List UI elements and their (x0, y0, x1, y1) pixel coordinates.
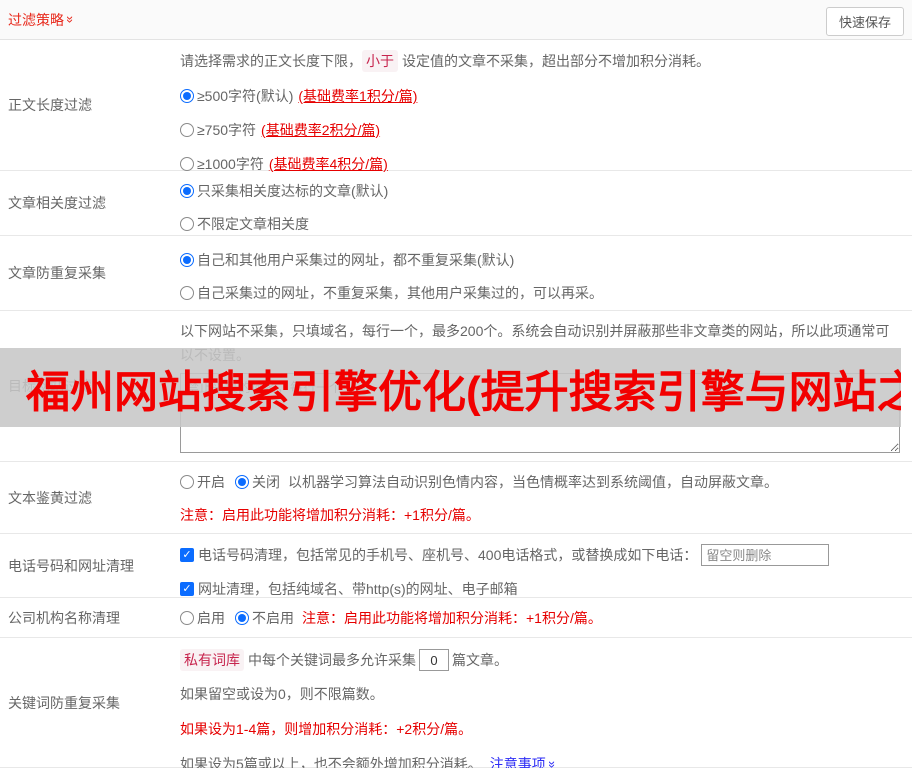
row-porn-filter: 文本鉴黄过滤 开启 关闭 以机器学习算法自动识别色情内容，当色情概率达到系统阈值… (0, 462, 912, 534)
keyword-line2: 如果留空或设为0，则不限篇数。 (180, 686, 384, 702)
less-than-highlight: 小于 (362, 50, 398, 72)
chevron-down-icon[interactable]: » (545, 760, 560, 767)
keyword-line3: 如果设为1-4篇，则增加积分消耗：+2积分/篇。 (180, 721, 473, 737)
radio-icon[interactable] (180, 184, 194, 198)
dedup-option-own[interactable]: 自己采集过的网址，不重复采集，其他用户采集过的，可以再采。 (180, 283, 912, 303)
checkbox-checked-icon[interactable]: ✓ (180, 548, 194, 562)
row-label: 文章相关度过滤 (8, 195, 106, 211)
row-keyword-dedup: 关键词防重复采集 私有词库 中每个关键词最多允许采集 篇文章。 如果留空或设为0… (0, 638, 912, 768)
radio-icon[interactable] (180, 89, 194, 103)
keyword-line1-end: 篇文章。 (452, 652, 508, 668)
option-label: 自己和其他用户采集过的网址，都不重复采集(默认) (197, 252, 515, 268)
keyword-line4-text: 如果设为5篇或以上，也不会额外增加积分消耗。 (180, 756, 482, 768)
option-label: 不限定文章相关度 (197, 216, 309, 232)
blocked-sites-textarea[interactable] (180, 373, 900, 453)
notice-link[interactable]: 注意事项 (490, 754, 546, 768)
relevance-option-any[interactable]: 不限定文章相关度 (180, 214, 912, 234)
row-label: 文章防重复采集 (8, 265, 106, 281)
radio-icon[interactable] (235, 475, 249, 489)
row-phone-url-clean: 电话号码和网址清理 ✓ 电话号码清理，包括常见的手机号、座机号、400电话格式，… (0, 534, 912, 598)
row-label: 文本鉴黄过滤 (8, 489, 92, 506)
keyword-line1-text: 中每个关键词最多允许采集 (248, 652, 416, 668)
fee-note: (基础费率1积分/篇) (298, 88, 418, 104)
radio-icon[interactable] (235, 610, 249, 625)
topbar: 过滤策略 » 快速保存 (0, 0, 912, 40)
url-clean-label: 网址清理，包括纯域名、带http(s)的网址、电子邮箱 (198, 581, 518, 597)
chevron-down-icon[interactable]: » (63, 16, 78, 23)
quick-save-button[interactable]: 快速保存 (825, 7, 904, 36)
sites-intro: 以下网站不采集，只填域名，每行一个，最多200个。系统会自动识别并屏蔽那些非文章… (180, 323, 890, 363)
row-relevance-filter: 文章相关度过滤 只采集相关度达标的文章(默认) 不限定文章相关度 (0, 171, 912, 236)
row-label: 正文长度过滤 (8, 97, 92, 113)
radio-icon[interactable] (180, 157, 194, 171)
row-label: 电话号码和网址清理 (8, 557, 134, 574)
option-label: ≥500字符(默认) (197, 88, 294, 104)
private-lexicon-link[interactable]: 私有词库 (180, 649, 244, 671)
option-label: 自己采集过的网址，不重复采集，其他用户采集过的，可以再采。 (197, 285, 603, 301)
keyword-line4-wrap: 如果设为5篇或以上，也不会额外增加积分消耗。 注意事项 » (180, 754, 912, 768)
porn-option-on[interactable]: 开启 (197, 472, 225, 492)
keyword-count-line: 私有词库 中每个关键词最多允许采集 篇文章。 (180, 649, 912, 671)
row-target-site-filter: 目标网站过滤 以下网站不采集，只填域名，每行一个，最多200个。系统会自动识别并… (0, 311, 912, 462)
porn-options-line: 开启 关闭 以机器学习算法自动识别色情内容，当色情概率达到系统阈值，自动屏蔽文章… (180, 472, 912, 492)
company-note: 注意：启用此功能将增加积分消耗：+1积分/篇。 (302, 609, 602, 626)
dedup-option-global[interactable]: 自己和其他用户采集过的网址，都不重复采集(默认) (180, 250, 912, 270)
row-dedup-collect: 文章防重复采集 自己和其他用户采集过的网址，都不重复采集(默认) 自己采集过的网… (0, 236, 912, 311)
row-label: 目标网站过滤 (8, 378, 92, 394)
length-intro: 请选择需求的正文长度下限， 小于 设定值的文章不采集，超出部分不增加积分消耗。 (180, 50, 912, 72)
radio-icon[interactable] (180, 286, 194, 300)
filter-strategy-page: 过滤策略 » 快速保存 正文长度过滤 请选择需求的正文长度下限， 小于 设定值的… (0, 0, 912, 768)
checkbox-checked-icon[interactable]: ✓ (180, 582, 194, 596)
radio-icon[interactable] (180, 475, 194, 489)
option-label: ≥750字符 (197, 122, 257, 138)
relevance-option-strict[interactable]: 只采集相关度达标的文章(默认) (180, 181, 912, 201)
intro-text-post: 设定值的文章不采集，超出部分不增加积分消耗。 (402, 53, 710, 69)
replace-phone-input[interactable] (701, 544, 830, 566)
row-company-clean: 公司机构名称清理 启用 不启用 注意：启用此功能将增加积分消耗：+1积分/篇。 (0, 598, 912, 638)
radio-icon[interactable] (180, 253, 194, 267)
company-option-disable[interactable]: 不启用 (252, 608, 294, 628)
intro-text-pre: 请选择需求的正文长度下限， (180, 53, 362, 69)
url-clean-line: ✓ 网址清理，包括纯域名、带http(s)的网址、电子邮箱 (180, 579, 912, 599)
radio-icon[interactable] (180, 217, 194, 231)
option-label: 只采集相关度达标的文章(默认) (197, 183, 389, 199)
fee-note: (基础费率2积分/篇) (261, 122, 381, 138)
page-title: 过滤策略 (8, 11, 64, 28)
length-option-750[interactable]: ≥750字符 (基础费率2积分/篇) (180, 120, 912, 140)
porn-option-off[interactable]: 关闭 (252, 472, 280, 492)
phone-clean-label: 电话号码清理，包括常见的手机号、座机号、400电话格式，或替换成如下电话： (198, 547, 698, 563)
radio-icon[interactable] (180, 610, 194, 625)
row-label: 公司机构名称清理 (8, 609, 120, 626)
row-label: 关键词防重复采集 (8, 694, 120, 711)
radio-icon[interactable] (180, 123, 194, 137)
row-body-length-filter: 正文长度过滤 请选择需求的正文长度下限， 小于 设定值的文章不采集，超出部分不增… (0, 40, 912, 172)
company-option-enable[interactable]: 启用 (197, 608, 225, 628)
porn-note: 注意：启用此功能将增加积分消耗：+1积分/篇。 (180, 507, 480, 523)
keyword-count-input[interactable] (419, 649, 449, 671)
phone-clean-line: ✓ 电话号码清理，包括常见的手机号、座机号、400电话格式，或替换成如下电话： (180, 544, 912, 566)
porn-desc: 以机器学习算法自动识别色情内容，当色情概率达到系统阈值，自动屏蔽文章。 (288, 474, 778, 490)
length-option-500[interactable]: ≥500字符(默认) (基础费率1积分/篇) (180, 86, 912, 106)
